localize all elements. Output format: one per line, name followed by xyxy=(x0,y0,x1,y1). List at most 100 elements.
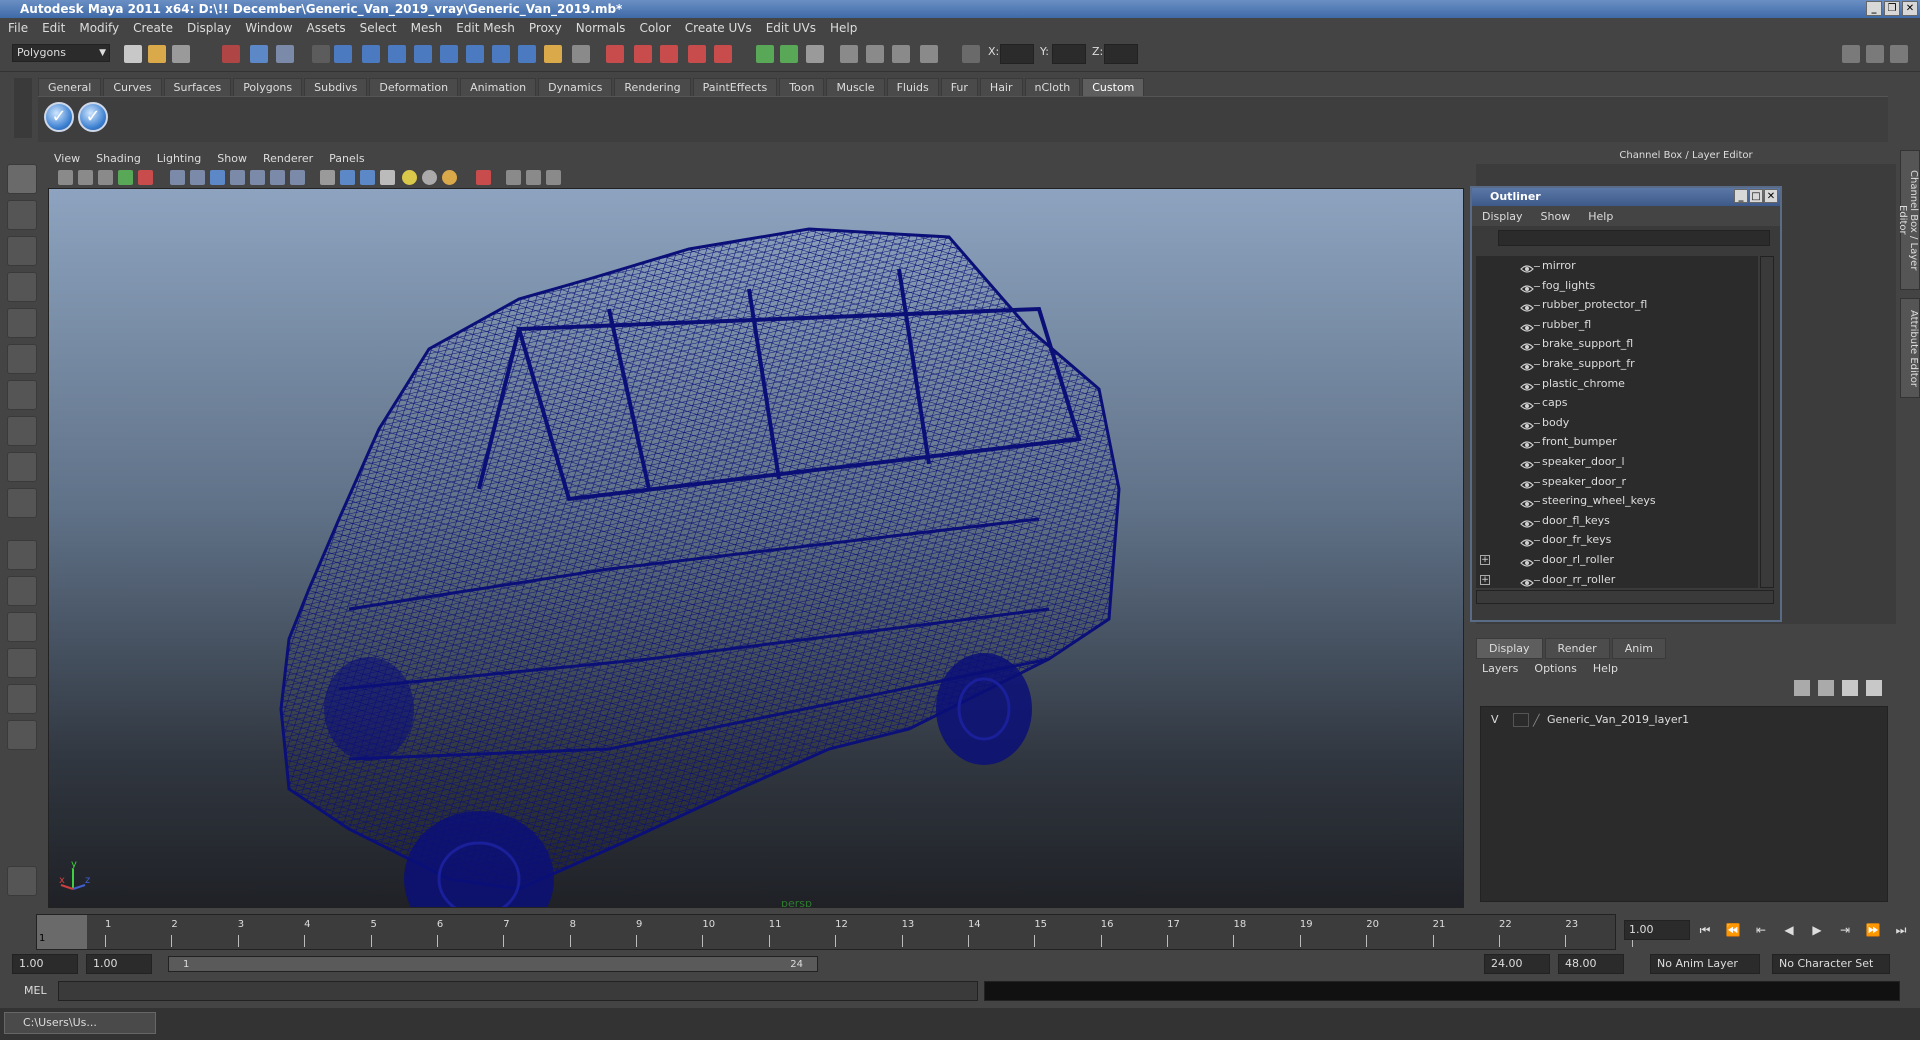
select-camera-icon[interactable] xyxy=(58,170,73,185)
outliner-item[interactable]: steering_wheel_keys xyxy=(1476,491,1758,511)
four-view-layout-icon[interactable] xyxy=(7,576,37,606)
menu-edit[interactable]: Edit xyxy=(42,21,65,35)
checkmark-icon[interactable]: ✓ xyxy=(78,102,108,132)
menu-create-uvs[interactable]: Create UVs xyxy=(685,21,752,35)
outliner-item[interactable]: speaker_door_l xyxy=(1476,452,1758,472)
outliner-item[interactable]: front_bumper xyxy=(1476,432,1758,452)
menu-window[interactable]: Window xyxy=(245,21,292,35)
select-tool-icon[interactable] xyxy=(7,164,37,194)
playback-end-field[interactable]: 24.00 xyxy=(1484,954,1550,974)
universal-manipulator-icon[interactable] xyxy=(7,380,37,410)
bookmarks-icon[interactable] xyxy=(98,170,113,185)
outliner-item[interactable]: body xyxy=(1476,413,1758,433)
shelf-tab-hair[interactable]: Hair xyxy=(979,78,1023,96)
shelf-tab-rendering[interactable]: Rendering xyxy=(614,78,691,96)
textured-icon[interactable] xyxy=(380,170,395,185)
outliner-close-button[interactable]: ✕ xyxy=(1764,189,1778,203)
minimize-button[interactable]: _ xyxy=(1866,1,1882,16)
select-dynamic-icon[interactable] xyxy=(466,45,484,63)
shelf-tab-polygons[interactable]: Polygons xyxy=(233,78,303,96)
transform-mode-icon[interactable] xyxy=(962,45,980,63)
render-view-icon[interactable] xyxy=(840,45,858,63)
lasso-tool-icon[interactable] xyxy=(7,200,37,230)
select-by-hierarchy-icon[interactable] xyxy=(222,45,240,63)
menu-help[interactable]: Help xyxy=(830,21,857,35)
outliner-item[interactable]: rubber_fl xyxy=(1476,315,1758,335)
layer-menu-options[interactable]: Options xyxy=(1534,662,1576,675)
layer-color-swatch[interactable]: ╱ xyxy=(1533,712,1540,730)
menu-mesh[interactable]: Mesh xyxy=(411,21,443,35)
outliner-item[interactable]: caps xyxy=(1476,393,1758,413)
restore-button[interactable]: ❐ xyxy=(1884,1,1900,16)
menu-proxy[interactable]: Proxy xyxy=(529,21,562,35)
start-time-field[interactable]: 1.00 xyxy=(12,954,78,974)
select-joint-icon[interactable] xyxy=(362,45,380,63)
select-deformation-icon[interactable] xyxy=(440,45,458,63)
shelf-tab-fur[interactable]: Fur xyxy=(940,78,978,96)
menu-modify[interactable]: Modify xyxy=(79,21,119,35)
grid-icon[interactable] xyxy=(170,170,185,185)
viewport-menu-lighting[interactable]: Lighting xyxy=(157,152,201,165)
toggle-tool-settings-icon[interactable] xyxy=(1866,45,1884,63)
menu-edit-mesh[interactable]: Edit Mesh xyxy=(456,21,515,35)
current-time-marker[interactable]: 1 xyxy=(37,915,87,949)
select-render-icon[interactable] xyxy=(492,45,510,63)
shelf-tab-toon[interactable]: Toon xyxy=(779,78,825,96)
playback-start-field[interactable]: 1.00 xyxy=(86,954,152,974)
play-forwards-button[interactable]: ▶ xyxy=(1806,920,1828,940)
shelf-tab-curves[interactable]: Curves xyxy=(103,78,162,96)
wireframe-icon[interactable] xyxy=(320,170,335,185)
input-ops-icon[interactable] xyxy=(756,45,774,63)
viewport-menu-view[interactable]: View xyxy=(54,152,80,165)
select-curve-icon[interactable] xyxy=(388,45,406,63)
select-surface-icon[interactable] xyxy=(414,45,432,63)
outliner-menu-display[interactable]: Display xyxy=(1482,210,1523,223)
snap-grid-icon[interactable] xyxy=(606,45,624,63)
move-layer-up-icon[interactable] xyxy=(1794,680,1810,696)
open-scene-icon[interactable] xyxy=(148,45,166,63)
step-forward-key-button[interactable]: ⇥ xyxy=(1834,920,1856,940)
shelf-tab-subdivs[interactable]: Subdivs xyxy=(304,78,368,96)
show-manipulator-icon[interactable] xyxy=(7,452,37,482)
shelf-tab-ncloth[interactable]: nCloth xyxy=(1024,78,1081,96)
xray-icon[interactable] xyxy=(506,170,521,185)
single-perspective-layout-icon[interactable] xyxy=(7,540,37,570)
layer-type-toggle[interactable] xyxy=(1513,713,1529,727)
step-back-button[interactable]: ⏪ xyxy=(1722,920,1744,940)
history-icon[interactable] xyxy=(806,45,824,63)
mask-dropdown-icon[interactable] xyxy=(312,45,330,63)
menu-select[interactable]: Select xyxy=(360,21,397,35)
side-tab-attribute-editor[interactable]: Attribute Editor xyxy=(1900,298,1920,398)
paint-select-tool-icon[interactable] xyxy=(7,236,37,266)
layer-row[interactable]: V ╱ Generic_Van_2019_layer1 xyxy=(1485,711,1881,729)
shelf-tab-general[interactable]: General xyxy=(38,78,102,96)
shelf-tab-dynamics[interactable]: Dynamics xyxy=(538,78,613,96)
gate-mask-icon[interactable] xyxy=(230,170,245,185)
backface-culling-icon[interactable] xyxy=(546,170,561,185)
outliner-item[interactable]: speaker_door_r xyxy=(1476,472,1758,492)
safe-title-icon[interactable] xyxy=(290,170,305,185)
shelf-tab-deformation[interactable]: Deformation xyxy=(369,78,459,96)
outliner-menu-show[interactable]: Show xyxy=(1541,210,1571,223)
go-to-start-button[interactable]: ⏮ xyxy=(1694,920,1716,940)
layer-menu-help[interactable]: Help xyxy=(1593,662,1618,675)
persp-outliner-layout-icon[interactable] xyxy=(7,612,37,642)
play-backwards-button[interactable]: ◀ xyxy=(1778,920,1800,940)
end-time-field[interactable]: 48.00 xyxy=(1558,954,1624,974)
shelf-tab-surfaces[interactable]: Surfaces xyxy=(163,78,232,96)
snap-curve-icon[interactable] xyxy=(634,45,652,63)
create-empty-layer-icon[interactable] xyxy=(1842,680,1858,696)
render-current-icon[interactable] xyxy=(866,45,884,63)
select-by-object-icon[interactable] xyxy=(250,45,268,63)
field-chart-icon[interactable] xyxy=(250,170,265,185)
x-field[interactable] xyxy=(1000,44,1034,64)
shadows-icon[interactable] xyxy=(422,170,437,185)
use-all-lights-icon[interactable] xyxy=(402,170,417,185)
shelf-tab-animation[interactable]: Animation xyxy=(460,78,537,96)
outliner-filter-field[interactable] xyxy=(1498,230,1770,246)
expand-toggle[interactable]: + xyxy=(1480,555,1490,565)
save-scene-icon[interactable] xyxy=(172,45,190,63)
layer-tab-display[interactable]: Display xyxy=(1476,638,1543,659)
checkmark-icon[interactable]: ✓ xyxy=(44,102,74,132)
render-settings-icon[interactable] xyxy=(920,45,938,63)
